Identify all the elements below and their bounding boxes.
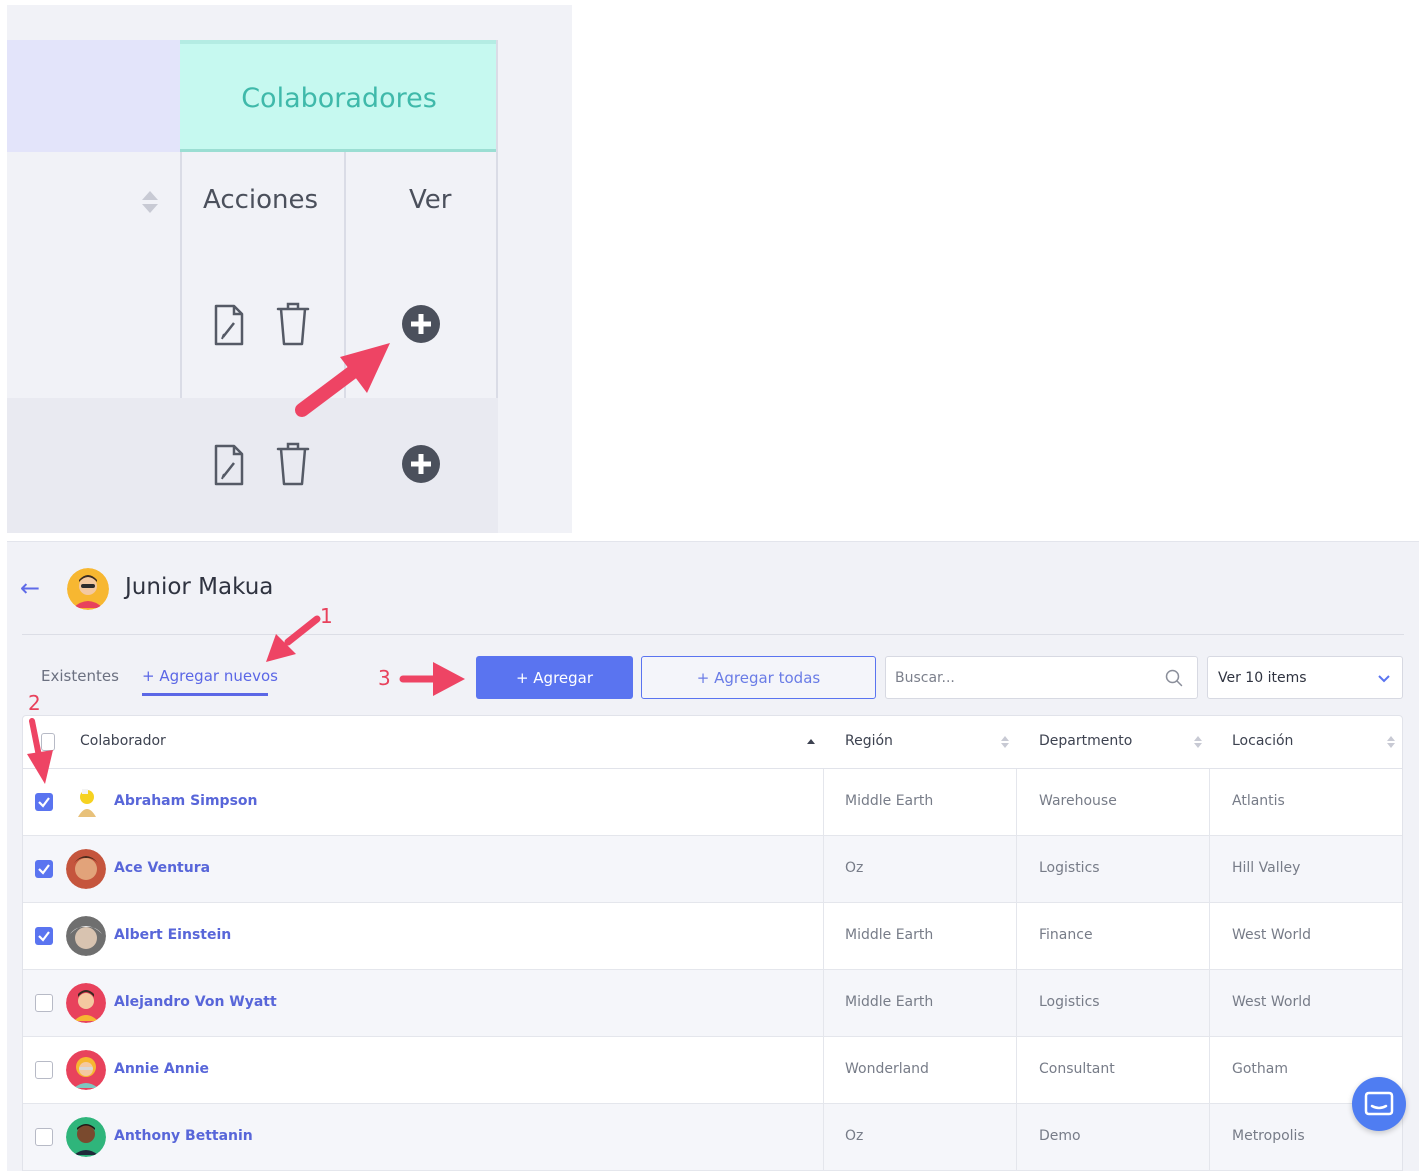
table-row[interactable]: Anthony Bettanin Oz Demo Metropolis [23,1104,1402,1171]
add-circle-icon[interactable] [401,304,441,344]
avatar [66,916,106,956]
region-cell: Wonderland [845,1061,929,1077]
department-cell: Demo [1039,1128,1081,1144]
collaborator-name[interactable]: Alejandro Von Wyatt [114,994,277,1010]
row-checkbox[interactable] [35,793,53,811]
collaborator-name[interactable]: Annie Annie [114,1061,209,1077]
divider [22,634,1404,635]
lavender-header-cell [7,40,180,152]
annotation-arrow [399,662,465,696]
ver-column-header: Ver [409,185,452,215]
collaborators-panel: ← Junior Makua Existentes + Agregar nuev… [7,541,1419,1171]
chat-launcher-button[interactable] [1352,1077,1406,1131]
location-cell: Metropolis [1232,1128,1305,1144]
row-checkbox[interactable] [35,860,53,878]
user-name: Junior Makua [125,574,274,600]
sort-icon[interactable] [1386,735,1396,749]
page-size-select[interactable]: Ver 10 items [1207,656,1403,699]
edit-document-icon[interactable] [212,303,246,347]
department-cell: Warehouse [1039,793,1117,809]
row-checkbox[interactable] [35,1061,53,1079]
collaborator-name[interactable]: Ace Ventura [114,860,210,876]
page-size-label: Ver 10 items [1218,669,1307,686]
edit-document-icon[interactable] [212,443,246,487]
row-checkbox[interactable] [35,1128,53,1146]
sort-icon[interactable] [1000,735,1010,749]
row-checkbox[interactable] [35,927,53,945]
zoomed-table-excerpt: Colaboradores Acciones Ver [7,5,572,533]
collaborator-name[interactable]: Anthony Bettanin [114,1128,253,1144]
annotation-arrow [266,615,321,662]
trash-icon[interactable] [275,441,311,487]
avatar [66,983,106,1023]
column-header-departmento[interactable]: Departmento [1039,733,1132,749]
add-all-button[interactable]: + Agregar todas [641,656,876,699]
collaborator-name[interactable]: Albert Einstein [114,927,231,943]
sort-icon[interactable] [1193,735,1203,749]
table-row[interactable]: Alejandro Von Wyatt Middle Earth Logisti… [23,970,1402,1037]
annotation-arrow [295,343,390,417]
search-box [885,656,1198,699]
add-circle-icon[interactable] [401,444,441,484]
department-cell: Finance [1039,927,1093,943]
avatar [66,849,106,889]
avatar [66,1050,106,1090]
tab-existentes[interactable]: Existentes [41,667,119,685]
add-button[interactable]: + Agregar [476,656,633,699]
colaboradores-group-header: Colaboradores [180,40,498,152]
acciones-column-header: Acciones [203,185,319,215]
column-header-region[interactable]: Región [845,733,893,749]
department-cell: Logistics [1039,860,1100,876]
table-row[interactable]: Annie Annie Wonderland Consultant Gotham [23,1037,1402,1104]
annotation-number: 2 [28,691,41,715]
sort-icon[interactable] [139,189,161,215]
tab-agregar-nuevos[interactable]: + Agregar nuevos [142,667,278,685]
region-cell: Oz [845,860,864,876]
location-cell: Hill Valley [1232,860,1301,876]
department-cell: Consultant [1039,1061,1115,1077]
search-input[interactable] [886,657,1146,698]
region-cell: Middle Earth [845,793,934,809]
avatar [66,1117,106,1157]
table-row[interactable]: Albert Einstein Middle Earth Finance Wes… [23,903,1402,970]
location-cell: Atlantis [1232,793,1285,809]
region-cell: Middle Earth [845,927,934,943]
location-cell: Gotham [1232,1061,1288,1077]
search-icon[interactable] [1165,669,1183,687]
colaboradores-header-label: Colaboradores [241,82,437,114]
column-header-colaborador[interactable]: Colaborador [80,733,166,749]
chat-icon [1364,1091,1394,1116]
table-header: Colaborador Región Departmento Locación [23,716,1402,769]
department-cell: Logistics [1039,994,1100,1010]
region-cell: Oz [845,1128,864,1144]
annotation-arrow [27,718,53,784]
table-row[interactable]: Ace Ventura Oz Logistics Hill Valley [23,836,1402,903]
chevron-down-icon [1378,675,1390,683]
location-cell: West World [1232,994,1311,1010]
back-arrow-icon[interactable]: ← [20,574,40,602]
sort-asc-icon[interactable] [806,737,816,747]
collaborator-name[interactable]: Abraham Simpson [114,793,258,809]
row-checkbox[interactable] [35,994,53,1012]
avatar [67,568,109,610]
annotation-number: 3 [378,666,391,690]
region-cell: Middle Earth [845,994,934,1010]
avatar [78,789,96,817]
active-tab-indicator [142,693,268,696]
collaborators-table: Colaborador Región Departmento Locación … [22,715,1403,1171]
location-cell: West World [1232,927,1311,943]
column-header-locacion[interactable]: Locación [1232,733,1293,749]
table-row[interactable]: Abraham Simpson Middle Earth Warehouse A… [23,769,1402,836]
